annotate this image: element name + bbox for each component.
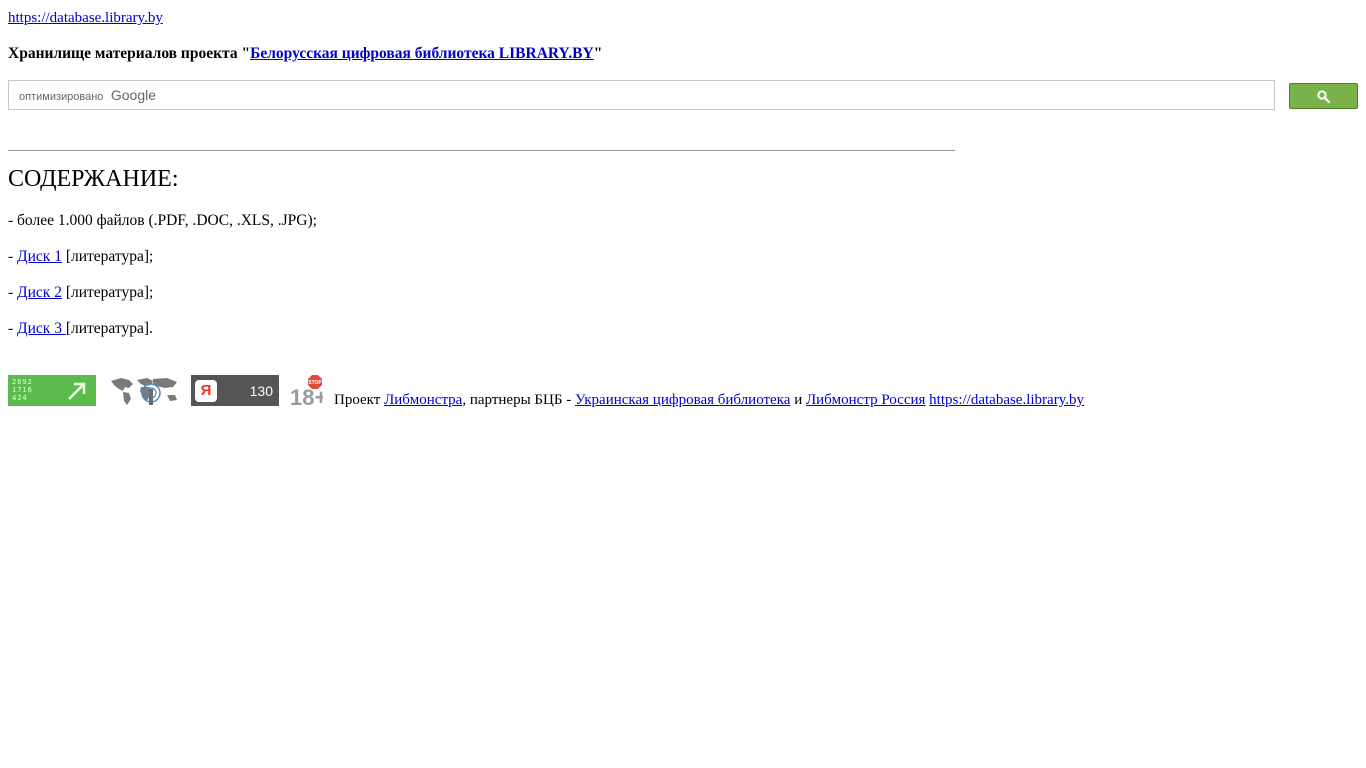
search-icon [1317, 89, 1330, 103]
repo-prefix: Хранилище материалов проекта " [8, 45, 251, 62]
counter-line: 2692 [12, 378, 33, 386]
item-suffix: [литература]. [65, 320, 153, 337]
libmonster-russia-link[interactable]: Либмонстр Россия [806, 392, 925, 408]
footer: 2692 1716 424 Я 130 18+ STOP Проект Либм… [8, 375, 1358, 411]
search-box: оптимизировано Google [8, 80, 1275, 110]
search-button[interactable] [1289, 83, 1358, 109]
libmonster-link[interactable]: Либмонстра [384, 392, 462, 408]
item-prefix: - [8, 284, 18, 301]
world-map-icon[interactable] [107, 375, 181, 407]
disk-2-link[interactable]: Диск 2 [17, 284, 62, 301]
yandex-counter[interactable]: Я 130 [191, 375, 279, 406]
yandex-logo-icon: Я [195, 379, 217, 402]
footer-and-text: и [790, 392, 806, 408]
belarus-library-link[interactable]: Белорусская цифровая библиотека LIBRARY.… [250, 45, 594, 62]
ukrainian-library-link[interactable]: Украинская цифровая библиотека [575, 392, 790, 408]
repository-heading: Хранилище материалов проекта "Белорусска… [8, 45, 602, 63]
counter-line: 424 [12, 394, 28, 402]
arrow-up-right-icon [68, 382, 86, 400]
item-prefix: - [8, 320, 18, 337]
disk-1-link[interactable]: Диск 1 [17, 248, 62, 265]
age-18-plus-icon: 18+ STOP [290, 375, 323, 407]
footer-credits: Проект Либмонстра, партнеры БЦБ - Украин… [334, 392, 1084, 409]
search-input[interactable] [17, 82, 1257, 108]
footer-project-text: Проект [334, 392, 385, 408]
stop-text: STOP [308, 380, 322, 386]
item-suffix: [литература]; [61, 248, 154, 265]
list-item-disk-1: - Диск 1 [литература]; [8, 248, 153, 266]
item-suffix: [литература]; [61, 284, 154, 301]
footer-partners-text: , партнеры БЦБ - [462, 392, 575, 408]
disk-3-link[interactable]: Диск 3 [17, 320, 66, 337]
page: https://database.library.by Хранилище ма… [0, 0, 1366, 768]
list-item-disk-2: - Диск 2 [литература]; [8, 284, 153, 302]
files-summary: - более 1.000 файлов (.PDF, .DOC, .XLS, … [8, 212, 317, 229]
repo-suffix: " [593, 45, 603, 62]
contents-title: СОДЕРЖАНИЕ: [8, 166, 179, 192]
liveinternet-counter[interactable]: 2692 1716 424 [8, 375, 96, 406]
google-search-bar: оптимизировано Google [8, 80, 1358, 110]
counter-line: 1716 [12, 386, 33, 394]
yandex-count: 130 [249, 382, 273, 399]
list-item-disk-3: - Диск 3 [литература]. [8, 320, 153, 338]
counter-numbers: 2692 1716 424 [12, 378, 33, 402]
item-prefix: - [8, 248, 18, 265]
top-site-link[interactable]: https://database.library.by [8, 10, 163, 27]
footer-site-link[interactable]: https://database.library.by [929, 392, 1084, 408]
horizontal-divider [8, 150, 955, 151]
